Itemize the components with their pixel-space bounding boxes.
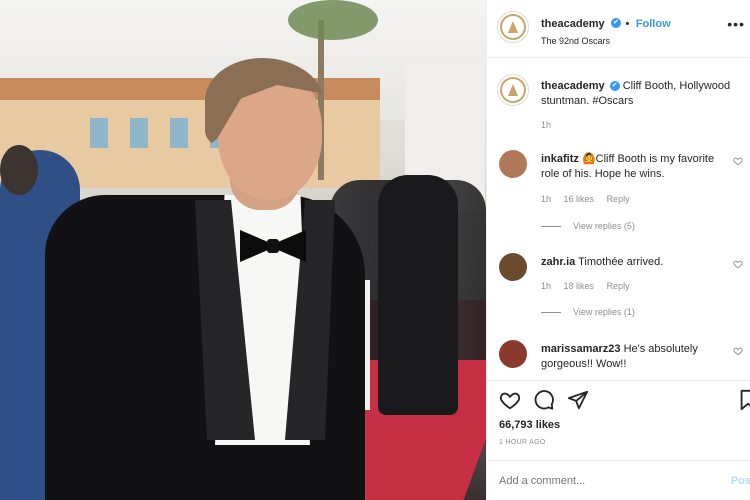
oscar-logo-icon — [508, 21, 518, 33]
comment-username[interactable]: inkafitz — [541, 153, 579, 165]
avatar[interactable] — [497, 74, 529, 106]
post-sidebar: theacademy ✔ • Follow The 92nd Oscars ••… — [486, 0, 750, 500]
post-timestamp: 1 HOUR AGO — [499, 439, 546, 446]
comment-likes[interactable]: 16 likes — [564, 194, 595, 204]
more-icon[interactable]: ••• — [727, 16, 745, 32]
view-replies-button[interactable]: View replies (5) — [541, 221, 635, 231]
comment-time: 1h — [541, 194, 552, 204]
comment-time: 1h — [541, 281, 552, 291]
comment-username[interactable]: marissamarz23 — [541, 343, 621, 355]
oscar-logo-icon — [508, 84, 518, 96]
heart-icon[interactable] — [733, 156, 743, 166]
view-replies-button[interactable]: View replies (1) — [541, 307, 635, 317]
comment-likes[interactable]: 18 likes — [564, 281, 595, 291]
post-username[interactable]: theacademy — [541, 18, 605, 30]
avatar[interactable] — [497, 11, 529, 43]
post-location[interactable]: The 92nd Oscars — [541, 36, 671, 46]
comment-icon[interactable] — [533, 389, 555, 411]
comment-username[interactable]: zahr.ia — [541, 256, 575, 268]
reply-button[interactable]: Reply — [607, 194, 630, 204]
photo-walking-man — [378, 175, 458, 415]
photo-palm-leaves — [288, 0, 378, 40]
post-comment-button[interactable]: Pos — [731, 475, 750, 487]
like-count[interactable]: 66,793 likes — [499, 419, 560, 431]
reply-button[interactable]: Reply — [607, 281, 630, 291]
heart-icon[interactable] — [733, 259, 743, 269]
bookmark-icon[interactable] — [737, 389, 750, 411]
post-photo[interactable] — [0, 0, 486, 500]
heart-icon[interactable] — [499, 389, 521, 411]
comment-emoji: 🙆 — [581, 153, 596, 165]
add-comment-bar: Pos — [487, 460, 750, 500]
verified-icon: ✔ — [609, 81, 620, 92]
share-icon[interactable] — [567, 389, 589, 411]
post-header: theacademy ✔ • Follow The 92nd Oscars ••… — [487, 0, 750, 58]
avatar[interactable] — [499, 340, 527, 368]
verified-icon: ✔ — [611, 17, 622, 28]
caption-time: 1h — [541, 120, 552, 130]
comment-input[interactable] — [499, 475, 699, 487]
post-actions: 66,793 likes 1 HOUR AGO — [487, 380, 750, 458]
comment-text: Timothée arrived. — [578, 256, 664, 268]
caption-username[interactable]: theacademy — [541, 80, 605, 92]
heart-icon[interactable] — [733, 346, 743, 356]
avatar[interactable] — [499, 150, 527, 178]
avatar[interactable] — [499, 253, 527, 281]
follow-button[interactable]: Follow — [636, 18, 671, 30]
photo-bowtie — [240, 230, 306, 262]
